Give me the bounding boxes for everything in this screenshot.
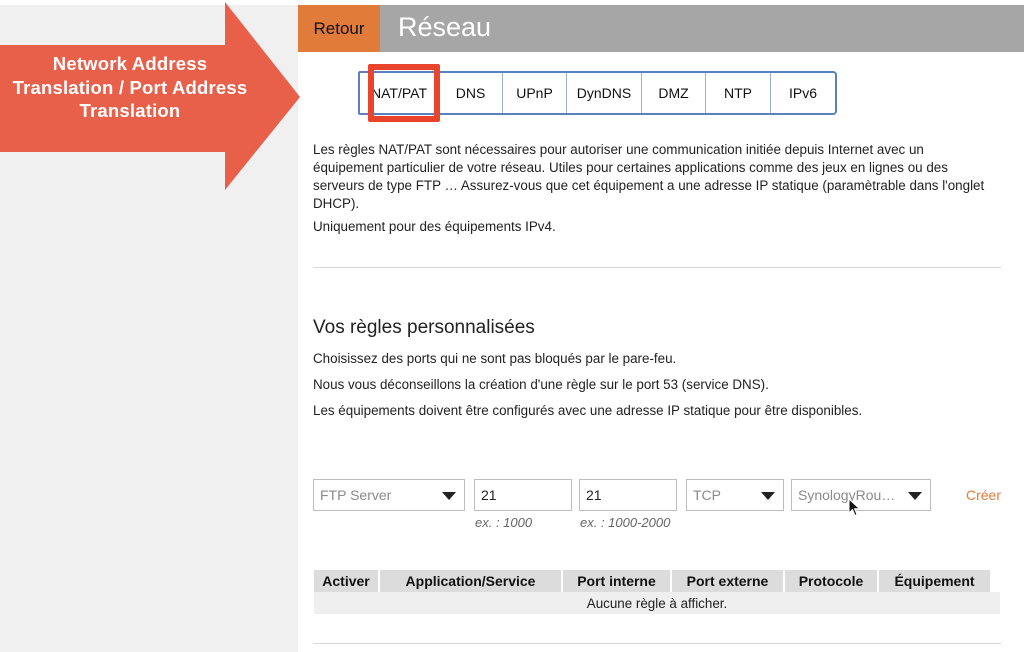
table-header: Activer Application/Service Port interne…	[314, 570, 1000, 592]
chevron-down-icon	[761, 492, 775, 500]
chevron-down-icon	[442, 492, 456, 500]
tab-ipv6[interactable]: IPv6	[770, 73, 835, 113]
page-header: Retour Réseau	[298, 5, 1024, 52]
intro-paragraph: Les règles NAT/PAT sont nécessaires pour…	[313, 141, 993, 213]
column-header: Port interne	[563, 570, 672, 592]
external-port-value: 21	[586, 487, 602, 503]
external-port-hint: ex. : 1000-2000	[580, 515, 671, 530]
back-button[interactable]: Retour	[298, 5, 380, 52]
create-rule-button[interactable]: Créer	[966, 487, 1001, 503]
service-select[interactable]: FTP Server	[313, 479, 465, 511]
column-header: Protocole	[785, 570, 879, 592]
divider	[313, 643, 1001, 644]
empty-table-message: Aucune règle à afficher.	[314, 592, 1000, 614]
rules-line-1: Choisissez des ports qui ne sont pas blo…	[313, 351, 677, 366]
tab-ntp[interactable]: NTP	[705, 73, 770, 113]
tab-dmz[interactable]: DMZ	[641, 73, 705, 113]
device-select-value: SynologyRou…	[798, 487, 896, 503]
rules-title: Vos règles personnalisées	[313, 317, 535, 338]
callout-text: Network Address Translation / Port Addre…	[12, 53, 248, 121]
rules-line-2: Nous vous déconseillons la création d'un…	[313, 377, 769, 392]
column-header: Port externe	[672, 570, 785, 592]
tab-highlight-box	[368, 64, 440, 122]
internal-port-value: 21	[481, 487, 497, 503]
internal-port-input[interactable]: 21	[474, 479, 572, 511]
internal-port-hint: ex. : 1000	[475, 515, 533, 530]
ipv4-note: Uniquement pour des équipements IPv4.	[313, 219, 556, 234]
divider	[313, 267, 1001, 268]
column-header: Équipement	[879, 570, 990, 592]
protocol-select-value: TCP	[693, 487, 721, 503]
column-header: Activer	[314, 570, 380, 592]
tab-upnp[interactable]: UPnP	[502, 73, 566, 113]
page-title: Réseau	[398, 12, 492, 42]
rules-line-3: Les équipements doivent être configurés …	[313, 403, 863, 418]
mouse-cursor-icon	[848, 498, 861, 517]
chevron-down-icon	[908, 492, 922, 500]
main-panel: Retour Réseau NAT/PAT DNS UPnP DynDNS DM…	[298, 5, 1024, 652]
rules-table: Activer Application/Service Port interne…	[314, 570, 1000, 614]
tab-dyndns[interactable]: DynDNS	[566, 73, 641, 113]
protocol-select[interactable]: TCP	[686, 479, 784, 511]
intro-text: Les règles NAT/PAT sont nécessaires pour…	[313, 142, 985, 211]
external-port-input[interactable]: 21	[579, 479, 677, 511]
tab-dns[interactable]: DNS	[438, 73, 502, 113]
service-select-value: FTP Server	[320, 487, 392, 503]
column-header: Application/Service	[380, 570, 563, 592]
